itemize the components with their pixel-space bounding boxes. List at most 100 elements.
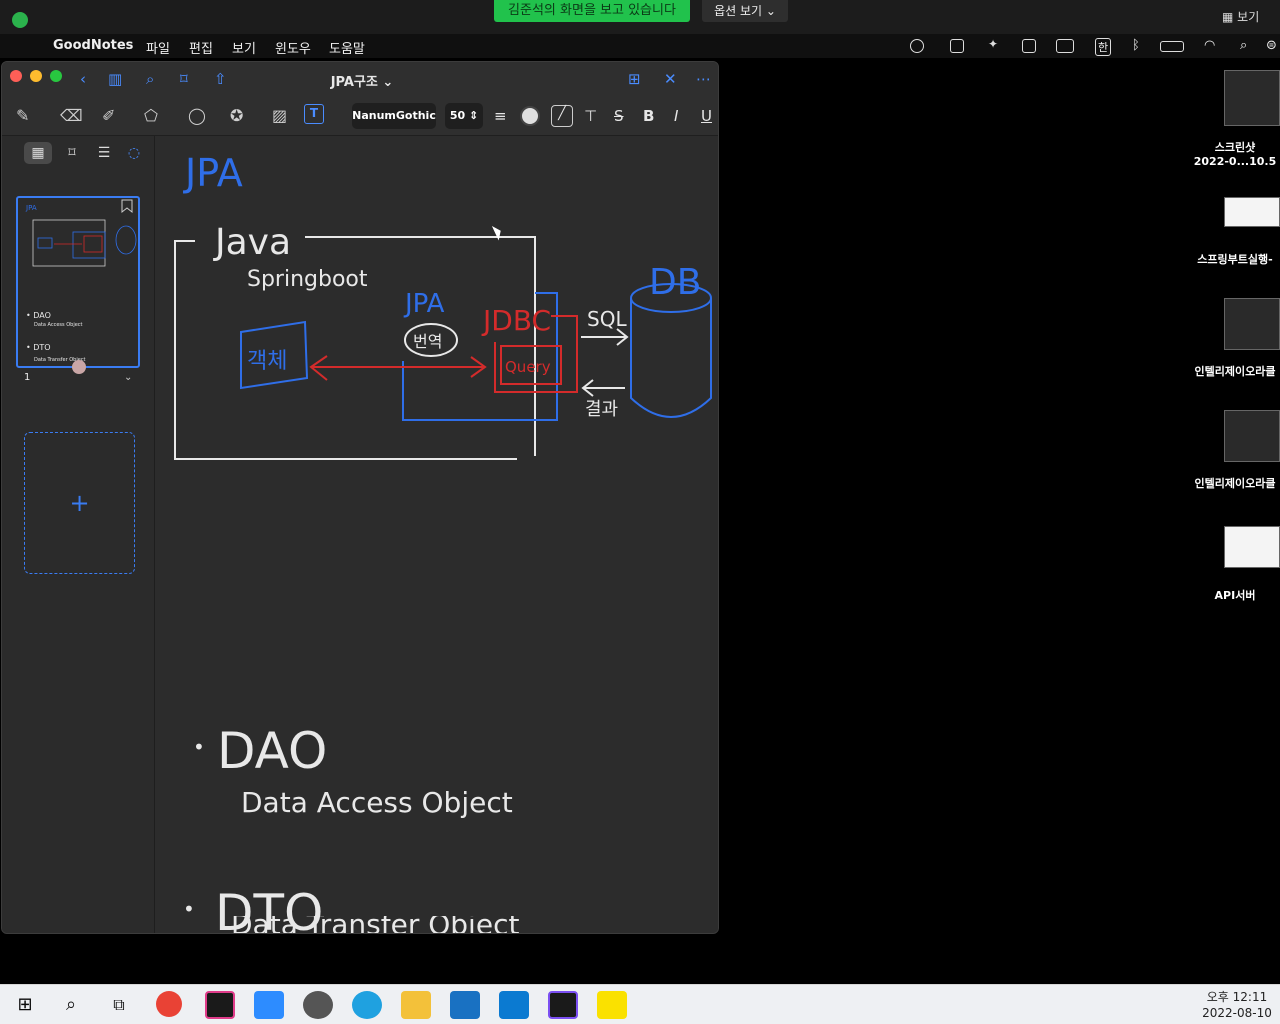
back-chevron-icon[interactable]: ‹ bbox=[80, 70, 86, 88]
desktop-file-label-5[interactable]: API서버 bbox=[1190, 587, 1280, 603]
note-title: JPA bbox=[183, 151, 243, 195]
close-doc-icon[interactable]: ✕ bbox=[664, 70, 677, 88]
desktop-file-thumbnail-3[interactable] bbox=[1224, 298, 1280, 350]
desktop-file-label-4[interactable]: 인텔리제이오라클 bbox=[1190, 475, 1280, 491]
edge-app-icon[interactable] bbox=[352, 991, 382, 1019]
screen-share-icon[interactable] bbox=[1056, 39, 1074, 53]
task-view-icon[interactable]: ⧉ bbox=[104, 991, 134, 1019]
desktop-file-thumbnail-5[interactable] bbox=[1224, 526, 1280, 568]
eraser-tool-icon[interactable]: ⌫ bbox=[60, 106, 83, 125]
taskbar-clock-date[interactable]: 2022-08-10 bbox=[1200, 1006, 1274, 1020]
add-page-button[interactable]: + bbox=[24, 432, 135, 574]
note-object: 객체 bbox=[247, 349, 287, 374]
text-tool-icon[interactable]: T bbox=[304, 104, 324, 124]
file-explorer-app-icon[interactable] bbox=[401, 991, 431, 1019]
grid-app-icon[interactable] bbox=[950, 39, 964, 53]
page-number: 1 bbox=[24, 372, 31, 383]
text-color-swatch[interactable] bbox=[520, 106, 540, 126]
chrome-app-icon[interactable] bbox=[156, 991, 182, 1017]
dao-bullet-icon: • bbox=[193, 735, 205, 759]
highlighter-tool-icon[interactable]: ✐ bbox=[102, 106, 115, 125]
desktop-file-label-2[interactable]: 스프링부트실행- bbox=[1190, 251, 1280, 267]
align-icon[interactable]: ≡ bbox=[494, 107, 507, 125]
tools-toolbar: ✎ ⌫ ✐ ⬠ ◯ ✪ ▨ T NanumGothic 50 ⇕ ≡ ╱ ⊤ S… bbox=[2, 96, 718, 136]
intellij-app-icon[interactable] bbox=[205, 991, 235, 1019]
thumbnails-tab-icon[interactable]: ▦ bbox=[24, 142, 52, 164]
underline-button[interactable]: U bbox=[701, 107, 712, 125]
note-java: Java bbox=[213, 222, 291, 263]
windows-start-icon[interactable]: ⊞ bbox=[10, 991, 40, 1019]
note-result: 결과 bbox=[585, 399, 618, 420]
zoom-app-icon[interactable] bbox=[254, 991, 284, 1019]
kakaotalk-app-icon[interactable] bbox=[597, 991, 627, 1019]
font-size-select[interactable]: 50 ⇕ bbox=[445, 103, 483, 129]
menu-window[interactable]: 윈도우 bbox=[275, 38, 311, 57]
taskbar-search-icon[interactable]: ⌕ bbox=[56, 991, 86, 1019]
svg-text:JPA: JPA bbox=[25, 204, 37, 212]
desktop-file-thumbnail-2[interactable] bbox=[1224, 197, 1280, 227]
taskbar-clock-time[interactable]: 오후 12:11 bbox=[1200, 988, 1274, 1005]
outline-tab-icon[interactable]: ☰ bbox=[90, 142, 118, 164]
svg-text:Data Access Object: Data Access Object bbox=[34, 322, 83, 328]
vscode-app-icon[interactable] bbox=[499, 991, 529, 1019]
menu-app-name[interactable]: GoodNotes bbox=[53, 38, 133, 53]
sidebar-toggle-icon[interactable]: ▥ bbox=[108, 70, 122, 88]
font-family-select[interactable]: NanumGothic bbox=[352, 103, 436, 129]
page-menu-chevron-icon[interactable]: ⌄ bbox=[124, 372, 132, 383]
note-dao: DAO bbox=[217, 722, 327, 780]
battery-icon[interactable] bbox=[1160, 41, 1184, 52]
view-options-label: 옵션 보기 bbox=[714, 4, 763, 18]
desktop-label-1-line1: 스크린샷 bbox=[1214, 141, 1256, 154]
desktop-file-label-3[interactable]: 인텔리제이오라클 bbox=[1190, 363, 1280, 379]
bluetooth-icon[interactable]: ᛒ bbox=[1132, 38, 1140, 53]
note-jdbc: JDBC bbox=[481, 304, 551, 337]
close-window-button[interactable] bbox=[10, 70, 22, 82]
bookmarks-tab-icon[interactable]: ⌑ bbox=[58, 142, 86, 164]
select-pages-icon[interactable]: ◌ bbox=[120, 142, 148, 164]
text-box-style-icon[interactable]: ⊤ bbox=[584, 107, 597, 125]
mail-app-icon[interactable] bbox=[450, 991, 480, 1019]
desktop-label-1-line2: 2022-0...10.5 bbox=[1193, 155, 1277, 168]
collaborator-avatar bbox=[72, 360, 86, 374]
control-center-icon[interactable]: ⊜ bbox=[1266, 38, 1277, 53]
elements-tool-icon[interactable]: ✪ bbox=[230, 106, 243, 125]
zoom-window-button[interactable] bbox=[50, 70, 62, 82]
no-fill-icon[interactable]: ╱ bbox=[551, 105, 573, 127]
security-shield-icon[interactable] bbox=[12, 12, 28, 28]
add-page-icon[interactable]: ⊞ bbox=[628, 70, 641, 88]
wifi-icon[interactable]: ◠ bbox=[1204, 38, 1215, 53]
drive-icon[interactable] bbox=[1022, 39, 1036, 53]
sidebar-tabs: ▦ ⌑ ☰ ◌ bbox=[2, 136, 155, 170]
more-icon[interactable]: ⋯ bbox=[696, 70, 711, 88]
view-button[interactable]: ▦ 보기 bbox=[1222, 8, 1259, 25]
desktop-file-thumbnail-1[interactable] bbox=[1224, 70, 1280, 126]
image-tool-icon[interactable]: ▨ bbox=[272, 106, 287, 125]
italic-button[interactable]: I bbox=[674, 107, 678, 125]
app-tray-icon[interactable]: ✦ bbox=[988, 37, 1002, 51]
strikethrough-button[interactable]: S bbox=[614, 107, 624, 125]
desktop-file-thumbnail-4[interactable] bbox=[1224, 410, 1280, 462]
minimize-window-button[interactable] bbox=[30, 70, 42, 82]
note-canvas[interactable]: JPA Java Springboot JPA 번역 객체 JDBC Query bbox=[155, 136, 718, 933]
page-thumbnail[interactable]: JPA • DAO Data Access Object • DTO Data … bbox=[16, 196, 140, 368]
input-language-icon[interactable]: 한 bbox=[1095, 38, 1112, 56]
menu-view[interactable]: 보기 bbox=[232, 38, 256, 57]
spotlight-search-icon[interactable]: ⌕ bbox=[1240, 38, 1247, 53]
view-options-button[interactable]: 옵션 보기 ⌄ bbox=[702, 0, 788, 22]
intellij-app-icon-2[interactable] bbox=[548, 991, 578, 1019]
bookmark-icon[interactable]: ⌑ bbox=[180, 70, 188, 88]
menu-help[interactable]: 도움말 bbox=[329, 38, 365, 57]
shape-tool-icon[interactable]: ⬠ bbox=[144, 106, 158, 125]
menu-edit[interactable]: 편집 bbox=[189, 38, 213, 57]
github-desktop-app-icon[interactable] bbox=[303, 991, 333, 1019]
search-icon[interactable]: ⌕ bbox=[146, 70, 154, 88]
note-sql: SQL bbox=[587, 307, 627, 331]
pen-tool-icon[interactable]: ✎ bbox=[16, 106, 29, 125]
lasso-tool-icon[interactable]: ◯ bbox=[188, 106, 206, 125]
desktop-file-label-1[interactable]: 스크린샷 2022-0...10.5 bbox=[1190, 139, 1280, 168]
bold-button[interactable]: B bbox=[643, 107, 654, 125]
share-icon[interactable]: ⇧ bbox=[214, 70, 227, 88]
document-title[interactable]: JPA구조 ⌄ bbox=[302, 71, 422, 90]
menu-file[interactable]: 파일 bbox=[146, 38, 170, 57]
chat-badge-icon[interactable] bbox=[910, 39, 924, 53]
